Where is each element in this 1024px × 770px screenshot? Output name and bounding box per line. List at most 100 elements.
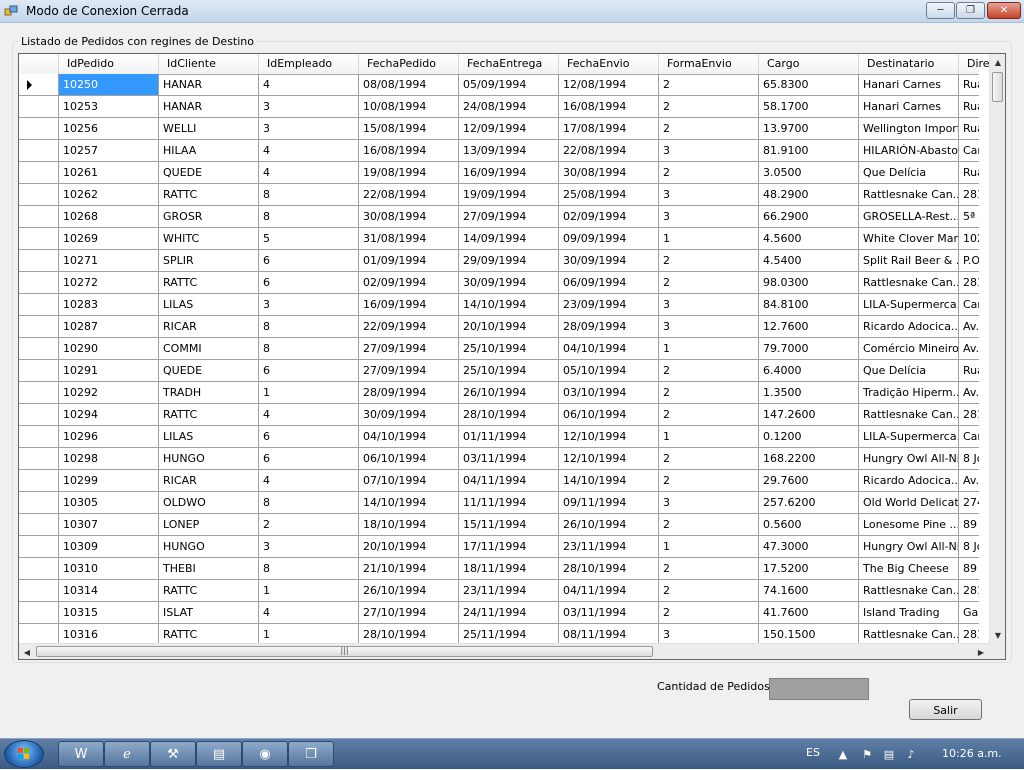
table-cell[interactable]: 08/11/1994: [559, 624, 659, 643]
table-cell[interactable]: RATTC: [159, 624, 259, 643]
table-cell[interactable]: 31/08/1994: [359, 228, 459, 250]
table-cell[interactable]: 2817: [959, 184, 979, 206]
table-row[interactable]: 10299 RICAR 4 07/10/1994 04/11/1994 14/10/199…: [19, 470, 979, 492]
table-cell[interactable]: 10272: [59, 272, 159, 294]
table-cell[interactable]: HUNGO: [159, 536, 259, 558]
table-cell[interactable]: 15/11/1994: [459, 514, 559, 536]
table-cell[interactable]: 02/09/1994: [359, 272, 459, 294]
row-header[interactable]: [19, 162, 59, 184]
table-cell[interactable]: SPLIR: [159, 250, 259, 272]
table-cell[interactable]: HANAR: [159, 74, 259, 96]
column-header[interactable]: FechaEnvio: [559, 54, 659, 74]
table-cell[interactable]: 65.8300: [759, 74, 859, 96]
table-cell[interactable]: THEBI: [159, 558, 259, 580]
table-cell[interactable]: 3: [659, 624, 759, 643]
table-cell[interactable]: Island Trading: [859, 602, 959, 624]
table-cell[interactable]: 08/08/1994: [359, 74, 459, 96]
scroll-right-icon[interactable]: ▶: [973, 644, 989, 659]
row-header[interactable]: [19, 294, 59, 316]
table-cell[interactable]: 6.4000: [759, 360, 859, 382]
table-cell[interactable]: 14/09/1994: [459, 228, 559, 250]
table-cell[interactable]: 8 Joh: [959, 536, 979, 558]
table-cell[interactable]: RICAR: [159, 316, 259, 338]
row-header[interactable]: [19, 316, 59, 338]
table-cell[interactable]: Av. C: [959, 316, 979, 338]
table-cell[interactable]: 1.3500: [759, 382, 859, 404]
table-cell[interactable]: 2: [659, 250, 759, 272]
table-cell[interactable]: ISLAT: [159, 602, 259, 624]
table-cell[interactable]: 06/09/1994: [559, 272, 659, 294]
table-cell[interactable]: 8: [259, 338, 359, 360]
table-cell[interactable]: 22/08/1994: [359, 184, 459, 206]
row-header[interactable]: [19, 382, 59, 404]
table-cell[interactable]: HILAA: [159, 140, 259, 162]
table-cell[interactable]: 05/09/1994: [459, 74, 559, 96]
table-cell[interactable]: 21/10/1994: [359, 558, 459, 580]
table-cell[interactable]: 23/11/1994: [459, 580, 559, 602]
grid-rows[interactable]: 10250 HANAR 4 08/08/1994 05/09/1994 12/08/199…: [19, 74, 979, 643]
table-cell[interactable]: 1: [659, 228, 759, 250]
table-cell[interactable]: Av. In: [959, 382, 979, 404]
column-header[interactable]: FechaPedido: [359, 54, 459, 74]
table-cell[interactable]: 6: [259, 272, 359, 294]
table-cell[interactable]: 1: [259, 382, 359, 404]
table-cell[interactable]: 1029: [959, 228, 979, 250]
row-header[interactable]: [19, 558, 59, 580]
table-cell[interactable]: Rua d: [959, 360, 979, 382]
table-cell[interactable]: LILA-Supermerca...: [859, 294, 959, 316]
table-cell[interactable]: 29/09/1994: [459, 250, 559, 272]
table-cell[interactable]: 27/09/1994: [459, 206, 559, 228]
table-cell[interactable]: 17/11/1994: [459, 536, 559, 558]
table-cell[interactable]: 10296: [59, 426, 159, 448]
table-cell[interactable]: 4.5400: [759, 250, 859, 272]
table-cell[interactable]: 28/09/1994: [559, 316, 659, 338]
table-cell[interactable]: 29.7600: [759, 470, 859, 492]
table-cell[interactable]: LONEP: [159, 514, 259, 536]
table-cell[interactable]: 22/09/1994: [359, 316, 459, 338]
table-cell[interactable]: 2: [659, 96, 759, 118]
table-cell[interactable]: 30/09/1994: [459, 272, 559, 294]
horizontal-scrollbar[interactable]: ◀ ||| ▶: [19, 643, 989, 659]
table-cell[interactable]: HUNGO: [159, 448, 259, 470]
table-cell[interactable]: 2: [659, 558, 759, 580]
table-cell[interactable]: 01/09/1994: [359, 250, 459, 272]
orders-datagrid[interactable]: IdPedido IdCliente IdEmpleado FechaPedido Fe…: [18, 53, 1006, 660]
row-header[interactable]: [19, 404, 59, 426]
row-header[interactable]: [19, 602, 59, 624]
table-row[interactable]: 10309 HUNGO 3 20/10/1994 17/11/1994 23/11/199…: [19, 536, 979, 558]
table-row[interactable]: 10272 RATTC 6 02/09/1994 30/09/1994 06/09/199…: [19, 272, 979, 294]
table-row[interactable]: 10291 QUEDE 6 27/09/1994 25/10/1994 05/10/199…: [19, 360, 979, 382]
table-cell[interactable]: 2817: [959, 580, 979, 602]
table-cell[interactable]: 03/11/1994: [559, 602, 659, 624]
show-hidden-icons-icon[interactable]: ▲: [836, 747, 850, 761]
table-cell[interactable]: Wellington Import...: [859, 118, 959, 140]
table-cell[interactable]: 13/09/1994: [459, 140, 559, 162]
table-cell[interactable]: 6: [259, 426, 359, 448]
table-cell[interactable]: 1: [259, 624, 359, 643]
table-cell[interactable]: 16/09/1994: [459, 162, 559, 184]
table-cell[interactable]: 168.2200: [759, 448, 859, 470]
row-header[interactable]: [19, 536, 59, 558]
table-cell[interactable]: 2743: [959, 492, 979, 514]
row-header[interactable]: [19, 74, 59, 96]
row-header[interactable]: [19, 118, 59, 140]
table-cell[interactable]: 10294: [59, 404, 159, 426]
scroll-up-icon[interactable]: ▲: [990, 54, 1005, 70]
table-cell[interactable]: 14/10/1994: [559, 470, 659, 492]
table-cell[interactable]: 12/08/1994: [559, 74, 659, 96]
table-cell[interactable]: 16/09/1994: [359, 294, 459, 316]
table-cell[interactable]: 09/09/1994: [559, 228, 659, 250]
table-cell[interactable]: Comércio Mineiro: [859, 338, 959, 360]
table-cell[interactable]: 30/09/1994: [559, 250, 659, 272]
table-cell[interactable]: 02/09/1994: [559, 206, 659, 228]
start-button[interactable]: [4, 740, 44, 768]
table-cell[interactable]: 14/10/1994: [359, 492, 459, 514]
table-cell[interactable]: 12/10/1994: [559, 426, 659, 448]
table-cell[interactable]: 13.9700: [759, 118, 859, 140]
row-header[interactable]: [19, 338, 59, 360]
table-cell[interactable]: 3: [259, 96, 359, 118]
table-cell[interactable]: 16/08/1994: [559, 96, 659, 118]
table-cell[interactable]: 25/11/1994: [459, 624, 559, 643]
table-cell[interactable]: 22/08/1994: [559, 140, 659, 162]
table-cell[interactable]: 2: [659, 74, 759, 96]
